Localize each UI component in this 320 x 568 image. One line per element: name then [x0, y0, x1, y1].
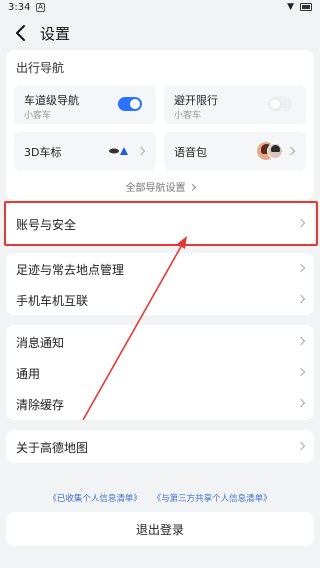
all-nav-settings-link[interactable]: 全部导航设置	[6, 179, 314, 194]
section-title: 出行导航	[16, 61, 65, 75]
chevron-right-icon	[296, 398, 306, 408]
chevron-right-icon	[188, 183, 196, 192]
car-connect-row[interactable]: 手机车机互联	[6, 284, 314, 315]
row-label: 手机车机互联	[16, 294, 89, 308]
notifications-row[interactable]: 消息通知	[6, 326, 314, 357]
general-card: 消息通知 通用 清除缓存	[6, 325, 314, 420]
page-title: 设置	[40, 25, 71, 43]
navigation-card: 出行导航 车道级导航 小客车 避开限行 小客车 3D车标 语音包 全部导航设置	[6, 50, 314, 200]
restriction-tile[interactable]: 避开限行 小客车	[164, 86, 306, 124]
voice-pack-tile[interactable]: 语音包	[164, 132, 306, 170]
row-label: 足迹与常去地点管理	[16, 263, 125, 277]
footprint-row[interactable]: 足迹与常去地点管理	[6, 253, 314, 284]
chevron-right-icon	[296, 336, 306, 346]
shared-info-link[interactable]: 《与第三方共享个人信息清单》	[153, 494, 272, 504]
general-row[interactable]: 通用	[6, 357, 314, 388]
collected-info-link[interactable]: 《已收集个人信息清单》	[48, 494, 142, 504]
car-icon-tile[interactable]: 3D车标	[14, 132, 156, 170]
row-label: 消息通知	[16, 336, 65, 350]
chevron-right-icon	[136, 146, 146, 156]
header: 设置	[0, 18, 320, 48]
toggle-knob	[270, 99, 280, 109]
chevron-right-icon	[296, 263, 306, 273]
about-card: 关于高德地图	[6, 430, 314, 463]
lane-nav-toggle[interactable]	[118, 97, 142, 111]
logout-label: 退出登录	[135, 523, 184, 537]
restriction-label: 避开限行	[174, 94, 218, 107]
chevron-right-icon	[296, 294, 306, 304]
privacy-links: 《已收集个人信息清单》 《与第三方共享个人信息清单》	[0, 492, 320, 504]
about-row[interactable]: 关于高德地图	[6, 431, 314, 462]
chevron-right-icon	[296, 441, 306, 451]
back-arrow-icon[interactable]	[14, 24, 28, 42]
notification-icon: A	[36, 3, 45, 12]
car-marker-icon	[109, 147, 128, 155]
restriction-sub: 小客车	[174, 111, 202, 121]
lane-nav-label: 车道级导航	[24, 94, 79, 107]
lane-nav-tile[interactable]: 车道级导航 小客车	[14, 86, 156, 124]
restriction-toggle[interactable]	[268, 97, 292, 111]
all-nav-settings-label: 全部导航设置	[125, 183, 186, 194]
lane-nav-sub: 小客车	[24, 111, 52, 121]
car-icon-label: 3D车标	[24, 146, 62, 159]
row-label: 关于高德地图	[16, 441, 89, 455]
logout-button[interactable]: 退出登录	[6, 512, 314, 546]
highlight-box	[4, 201, 318, 246]
status-time: 3:34	[8, 2, 31, 13]
avatar	[267, 143, 283, 159]
row-label: 清除缓存	[16, 398, 65, 412]
wifi-icon: ▼	[287, 2, 294, 12]
row-label: 通用	[16, 367, 41, 381]
voice-pack-label: 语音包	[174, 146, 207, 159]
chevron-right-icon	[286, 146, 296, 156]
chevron-right-icon	[296, 367, 306, 377]
status-bar: 3:34 A ▼	[0, 0, 320, 16]
toggle-knob	[130, 99, 140, 109]
battery-icon	[300, 3, 312, 11]
voice-avatars	[256, 141, 286, 161]
clear-cache-row[interactable]: 清除缓存	[6, 388, 314, 419]
places-card: 足迹与常去地点管理 手机车机互联	[6, 253, 314, 315]
